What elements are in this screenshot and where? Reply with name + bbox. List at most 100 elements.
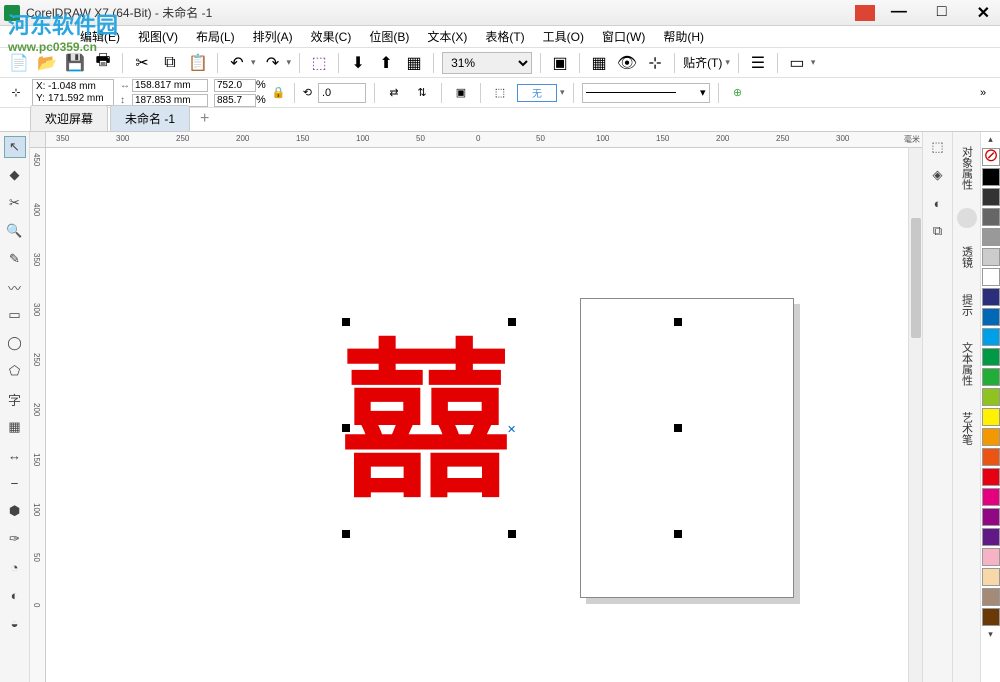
swatch[interactable] bbox=[982, 228, 1000, 246]
menu-text[interactable]: 文本(X) bbox=[427, 28, 467, 45]
overflow-icon[interactable]: » bbox=[972, 82, 994, 104]
undo-icon[interactable]: ↶ bbox=[226, 52, 248, 74]
color-docker-icon[interactable]: ◐ bbox=[927, 192, 949, 214]
open-icon[interactable]: 📂 bbox=[36, 52, 58, 74]
swatch[interactable] bbox=[982, 488, 1000, 506]
crop-tool[interactable]: ✂ bbox=[4, 192, 26, 214]
interactive-tool[interactable]: ⬢ bbox=[4, 500, 26, 522]
handle-ml[interactable] bbox=[342, 424, 350, 432]
eyedrop-tool[interactable]: ✑ bbox=[4, 528, 26, 550]
swatch-none[interactable]: ⊘ bbox=[982, 148, 1000, 166]
menu-window[interactable]: 窗口(W) bbox=[602, 28, 645, 45]
panel-artistic[interactable]: 艺术笔 bbox=[957, 404, 977, 453]
handle-tr[interactable] bbox=[674, 318, 682, 326]
tab-add-button[interactable]: + bbox=[192, 107, 217, 131]
menu-help[interactable]: 帮助(H) bbox=[663, 28, 704, 45]
undo-drop[interactable]: ▾ bbox=[251, 57, 256, 68]
shape-tool[interactable]: ◆ bbox=[4, 164, 26, 186]
swatch[interactable] bbox=[982, 168, 1000, 186]
menu-effects[interactable]: 效果(C) bbox=[311, 28, 352, 45]
swatch[interactable] bbox=[982, 248, 1000, 266]
y-input[interactable]: 171.592 mm bbox=[48, 93, 110, 104]
swatch[interactable] bbox=[982, 448, 1000, 466]
table-tool[interactable]: ▦ bbox=[4, 416, 26, 438]
handle-br[interactable] bbox=[674, 530, 682, 538]
print-icon[interactable]: 🖶 bbox=[92, 52, 114, 74]
redo-icon[interactable]: ↷ bbox=[262, 52, 284, 74]
swatch[interactable] bbox=[982, 188, 1000, 206]
handle-bc[interactable] bbox=[508, 530, 516, 538]
freehand-tool[interactable]: ✎ bbox=[4, 248, 26, 270]
rotation-input[interactable] bbox=[318, 83, 366, 103]
scripts-icon[interactable]: ⧉ bbox=[927, 220, 949, 242]
import-icon[interactable]: ⬇ bbox=[347, 52, 369, 74]
minimize-button[interactable]: — bbox=[885, 3, 913, 23]
rectangle-tool[interactable]: ▭ bbox=[4, 304, 26, 326]
swatch[interactable] bbox=[982, 528, 1000, 546]
tab-document[interactable]: 未命名 -1 bbox=[110, 105, 190, 131]
swatch[interactable] bbox=[982, 288, 1000, 306]
fill-swatch[interactable]: 无 bbox=[517, 84, 557, 102]
menu-tools[interactable]: 工具(O) bbox=[543, 28, 584, 45]
ruler-vertical[interactable]: 450 400 350 300 250 200 150 100 50 0 bbox=[30, 148, 46, 682]
swatch[interactable] bbox=[982, 328, 1000, 346]
width-input[interactable] bbox=[132, 79, 208, 92]
publish-icon[interactable]: ▦ bbox=[403, 52, 425, 74]
panel-hints[interactable]: 提示 bbox=[957, 286, 977, 324]
canvas[interactable]: 囍 ✕ bbox=[46, 148, 922, 682]
ellipse-tool[interactable]: ◯ bbox=[4, 332, 26, 354]
ruler-horizontal[interactable]: 350 300 250 200 150 100 50 0 50 100 150 … bbox=[46, 132, 922, 148]
scale-y-input[interactable] bbox=[214, 94, 256, 107]
swatch[interactable] bbox=[982, 568, 1000, 586]
dimension-tool[interactable]: ↔ bbox=[4, 444, 26, 466]
user-badge-icon[interactable] bbox=[855, 5, 875, 21]
swatch[interactable] bbox=[982, 348, 1000, 366]
redo-drop[interactable]: ▾ bbox=[287, 57, 292, 68]
snap-drop[interactable]: ▾ bbox=[725, 57, 730, 68]
menu-layout[interactable]: 布局(L) bbox=[196, 28, 235, 45]
cut-icon[interactable]: ✂ bbox=[131, 52, 153, 74]
tab-welcome[interactable]: 欢迎屏幕 bbox=[30, 105, 108, 131]
handle-mr[interactable] bbox=[674, 424, 682, 432]
add-icon[interactable]: ⊕ bbox=[727, 82, 749, 104]
styles-icon[interactable]: ◈ bbox=[927, 164, 949, 186]
scale-x-input[interactable] bbox=[214, 79, 256, 92]
fill-drop[interactable]: ▾ bbox=[560, 87, 565, 98]
swatch[interactable] bbox=[982, 608, 1000, 626]
handle-tl[interactable] bbox=[342, 318, 350, 326]
wrap-icon[interactable]: ⬚ bbox=[489, 82, 511, 104]
connector-tool[interactable]: ⎯ bbox=[4, 472, 26, 494]
zoom-select[interactable]: 31% bbox=[442, 52, 532, 74]
artistic-tool[interactable]: 〰 bbox=[4, 276, 26, 298]
swatch[interactable] bbox=[982, 368, 1000, 386]
swatch[interactable] bbox=[982, 468, 1000, 486]
ruler-origin[interactable] bbox=[30, 132, 46, 148]
handle-bl[interactable] bbox=[342, 530, 350, 538]
scrollbar-thumb[interactable] bbox=[911, 218, 921, 338]
launcher-drop[interactable]: ▾ bbox=[811, 57, 816, 68]
smart-fill-tool[interactable]: ◒ bbox=[4, 612, 26, 634]
search-icon[interactable]: ⬚ bbox=[308, 52, 330, 74]
menu-table[interactable]: 表格(T) bbox=[485, 28, 524, 45]
outline-width-select[interactable]: ▾ bbox=[582, 83, 710, 103]
copy-icon[interactable]: ⧉ bbox=[159, 52, 181, 74]
lock-icon[interactable]: 🔒 bbox=[272, 86, 286, 99]
object-manager-icon[interactable]: ⬚ bbox=[927, 136, 949, 158]
mirror-h-icon[interactable]: ⇄ bbox=[383, 82, 405, 104]
new-icon[interactable]: 📄 bbox=[8, 52, 30, 74]
export-icon[interactable]: ⬆ bbox=[375, 52, 397, 74]
snap-icon[interactable]: ⊹ bbox=[644, 52, 666, 74]
menu-view[interactable]: 视图(V) bbox=[138, 28, 178, 45]
panel-text-props[interactable]: 文本属性 bbox=[957, 334, 977, 394]
swatch[interactable] bbox=[982, 268, 1000, 286]
menu-arrange[interactable]: 排列(A) bbox=[253, 28, 293, 45]
swatch[interactable] bbox=[982, 548, 1000, 566]
scrollbar-vertical[interactable] bbox=[908, 148, 922, 682]
fill-tool[interactable]: ◐ bbox=[4, 584, 26, 606]
panel-object-props[interactable]: 对象属性 bbox=[957, 138, 977, 198]
panel-lens[interactable]: 透镜 bbox=[957, 238, 977, 276]
text-tool[interactable]: 字 bbox=[4, 388, 26, 410]
paste-icon[interactable]: 📋 bbox=[187, 52, 209, 74]
swatch[interactable] bbox=[982, 408, 1000, 426]
swatch[interactable] bbox=[982, 508, 1000, 526]
